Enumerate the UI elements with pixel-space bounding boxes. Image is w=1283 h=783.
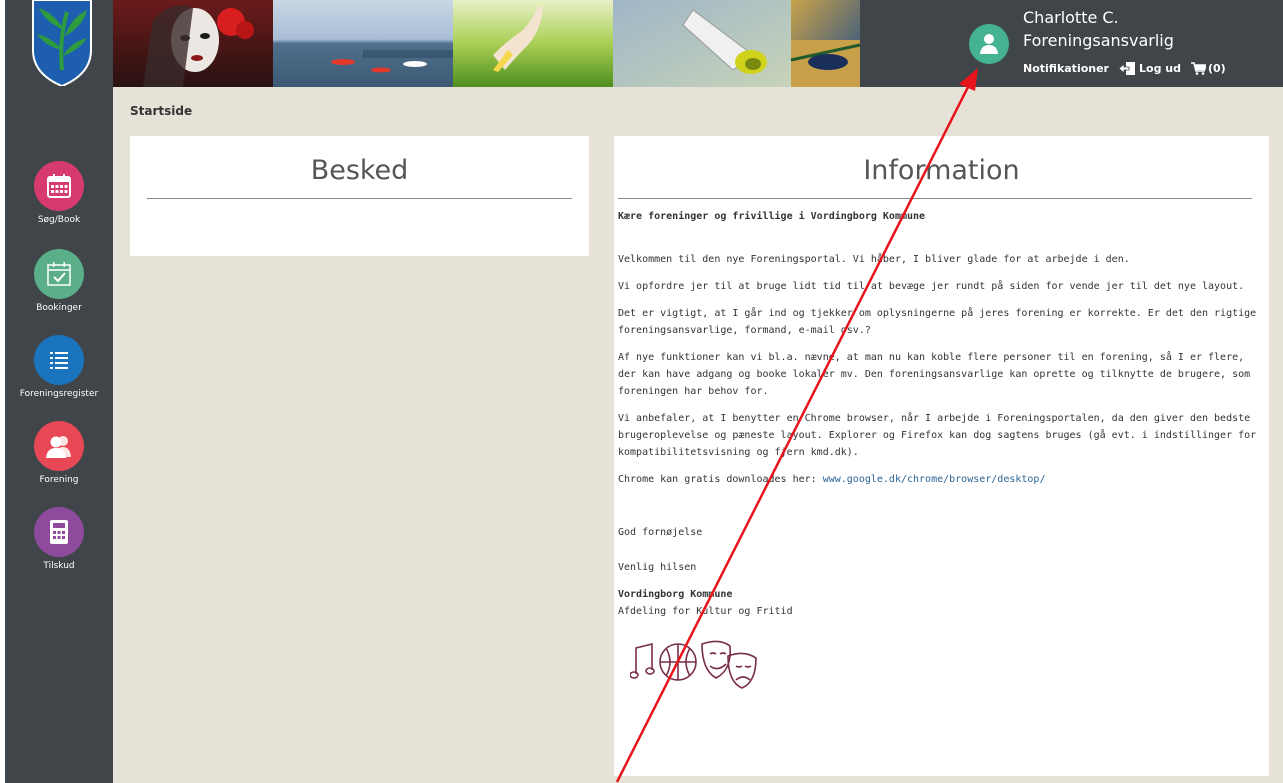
calendar-grid-icon — [47, 174, 71, 198]
nav-circle-forening — [34, 421, 84, 471]
info-paragraph-layout: Vi opfordre jer til at bruge lidt tid ti… — [618, 281, 1245, 292]
municipality-logo[interactable] — [31, 0, 93, 86]
nav-circle-foreningsregister — [34, 335, 84, 385]
chrome-download-link[interactable]: www.google.dk/chrome/browser/desktop/ — [823, 474, 1046, 485]
info-paragraph-browser: Vi anbefaler, at I benytter en Chrome br… — [618, 413, 1257, 458]
user-role: Foreningsansvarlig — [1023, 31, 1174, 50]
user-avatar[interactable] — [969, 24, 1009, 64]
nav-circle-sog-book — [34, 161, 84, 211]
besked-divider — [147, 198, 572, 199]
cart-icon — [1190, 62, 1206, 75]
header-photo-banner — [113, 0, 860, 87]
sidebar-item-label: Tilskud — [43, 561, 75, 571]
cart-link[interactable]: (0) — [1190, 62, 1226, 75]
sidebar-item-label: Forening — [39, 475, 79, 485]
sidebar-item-label: Bookinger — [36, 303, 82, 313]
info-paragraph-features: Af nye funktioner kan vi bl.a. nævne, at… — [618, 352, 1251, 397]
users-icon — [46, 436, 71, 458]
sidebar-item-tilskud[interactable]: Tilskud — [5, 507, 113, 571]
user-panel: Charlotte C. Foreningsansvarlig Notifika… — [860, 0, 1283, 87]
user-name: Charlotte C. — [1023, 8, 1119, 27]
breadcrumb[interactable]: Startside — [130, 104, 192, 118]
sidebar-item-label: Foreningsregister — [19, 389, 99, 399]
info-heading: Kære foreninger og frivillige i Vordingb… — [618, 211, 926, 222]
signature-organization: Vordingborg Kommune — [618, 589, 733, 600]
closing-regards: Venlig hilsen — [618, 562, 697, 573]
sidebar-item-sog-book[interactable]: Søg/Book — [5, 161, 113, 225]
information-divider — [618, 198, 1252, 199]
culture-leisure-logo — [629, 640, 757, 689]
signature-department: Afdeling for Kultur og Fritid — [618, 606, 793, 617]
user-icon — [980, 34, 998, 54]
info-paragraph-welcome: Velkommen til den nye Foreningsportal. V… — [618, 254, 1130, 265]
information-title: Information — [863, 155, 1020, 186]
calculator-icon — [50, 520, 68, 544]
list-icon — [50, 352, 68, 369]
main-content: Startside Besked Information Kære foreni… — [113, 87, 1283, 783]
besked-title: Besked — [310, 155, 409, 186]
cart-count: (0) — [1207, 62, 1226, 75]
closing-greeting: God fornøjelse — [618, 527, 703, 538]
user-links: Notifikationer Log ud (0) — [1023, 62, 1226, 75]
information-card: Information Kære foreninger og frivillig… — [614, 136, 1269, 776]
nav-circle-tilskud — [34, 507, 84, 557]
nav-circle-bookinger — [34, 249, 84, 299]
sidebar: Søg/Book Bookinger Foreningsregister For… — [5, 0, 113, 783]
download-text: Chrome kan gratis downloades her: — [618, 474, 823, 485]
calendar-check-icon — [47, 262, 71, 286]
logout-icon — [1119, 62, 1135, 75]
info-paragraph-download: Chrome kan gratis downloades her: www.go… — [618, 471, 1258, 488]
logout-link[interactable]: Log ud — [1119, 62, 1181, 75]
logout-label: Log ud — [1139, 62, 1181, 75]
notifications-link[interactable]: Notifikationer — [1023, 62, 1109, 75]
besked-card: Besked — [130, 136, 589, 256]
information-body: Kære foreninger og frivillige i Vordingb… — [618, 208, 1258, 700]
info-paragraph-check: Det er vigtigt, at I går ind og tjekker … — [618, 308, 1257, 336]
sidebar-item-label: Søg/Book — [37, 215, 81, 225]
sidebar-item-foreningsregister[interactable]: Foreningsregister — [5, 335, 113, 399]
sidebar-item-forening[interactable]: Forening — [5, 421, 113, 485]
sidebar-item-bookinger[interactable]: Bookinger — [5, 249, 113, 313]
